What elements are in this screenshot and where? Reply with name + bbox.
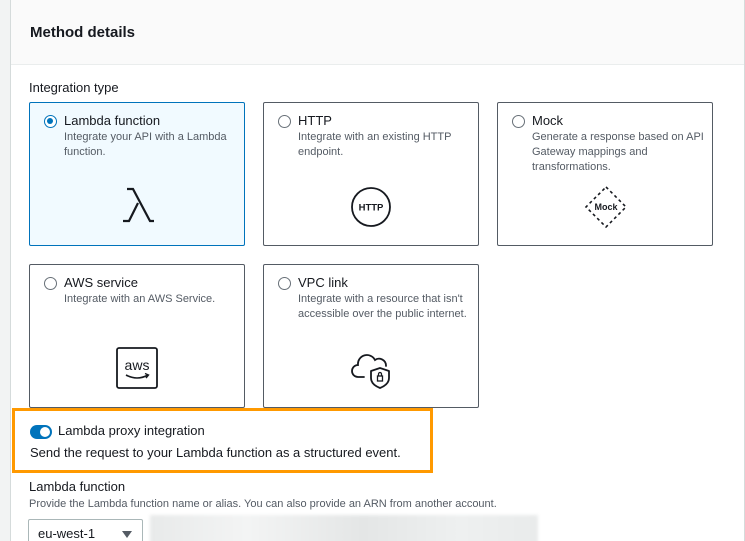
integration-option-http[interactable]: HTTP Integrate with an existing HTTP end…	[263, 102, 479, 246]
proxy-integration-description: Send the request to your Lambda function…	[30, 445, 401, 460]
mock-radio[interactable]	[512, 115, 525, 128]
mock-icon-text: Mock	[594, 202, 618, 212]
lambda-function-input[interactable]	[150, 515, 538, 541]
panel-header: Method details	[11, 0, 744, 65]
integration-option-vpc-link[interactable]: VPC link Integrate with a resource that …	[263, 264, 479, 408]
lambda-function-label: Lambda function	[29, 479, 126, 494]
aws-icon-text: aws	[125, 357, 150, 373]
aws-service-option-title: AWS service	[64, 275, 138, 290]
proxy-integration-highlight	[12, 408, 433, 473]
cloud-shield-icon	[351, 354, 390, 389]
proxy-integration-label: Lambda proxy integration	[58, 423, 205, 438]
integration-option-lambda[interactable]: Lambda function Integrate your API with …	[29, 102, 245, 246]
lambda-option-title: Lambda function	[64, 113, 161, 128]
lambda-radio[interactable]	[44, 115, 57, 128]
http-icon-text: HTTP	[359, 203, 384, 214]
mock-option-description: Generate a response based on API Gateway…	[532, 131, 704, 173]
aws-icon: aws	[116, 347, 158, 389]
http-option-title: HTTP	[298, 113, 332, 128]
vpc-link-option-description: Integrate with a resource that isn't acc…	[298, 293, 467, 320]
vpc-link-radio[interactable]	[278, 277, 291, 290]
lambda-option-description: Integrate your API with a Lambda functio…	[64, 131, 227, 158]
lambda-icon	[123, 187, 154, 223]
aws-service-radio[interactable]	[44, 277, 57, 290]
http-icon: HTTP	[351, 187, 391, 227]
mock-icon: Mock	[584, 185, 628, 229]
caret-down-icon	[122, 531, 132, 538]
http-option-description: Integrate with an existing HTTP endpoint…	[298, 131, 452, 158]
integration-option-aws-service[interactable]: AWS service Integrate with an AWS Servic…	[29, 264, 245, 408]
integration-option-mock[interactable]: Mock Generate a response based on API Ga…	[497, 102, 713, 246]
panel-title: Method details	[30, 24, 136, 41]
http-radio[interactable]	[278, 115, 291, 128]
proxy-integration-toggle[interactable]	[30, 425, 52, 439]
mock-option-title: Mock	[532, 113, 564, 128]
vpc-link-option-title: VPC link	[298, 275, 348, 290]
region-value: eu-west-1	[38, 526, 96, 541]
integration-type-label: Integration type	[29, 80, 119, 95]
aws-service-option-description: Integrate with an AWS Service.	[64, 293, 216, 305]
lambda-function-description: Provide the Lambda function name or alia…	[29, 498, 497, 510]
region-select[interactable]: eu-west-1	[28, 519, 143, 541]
